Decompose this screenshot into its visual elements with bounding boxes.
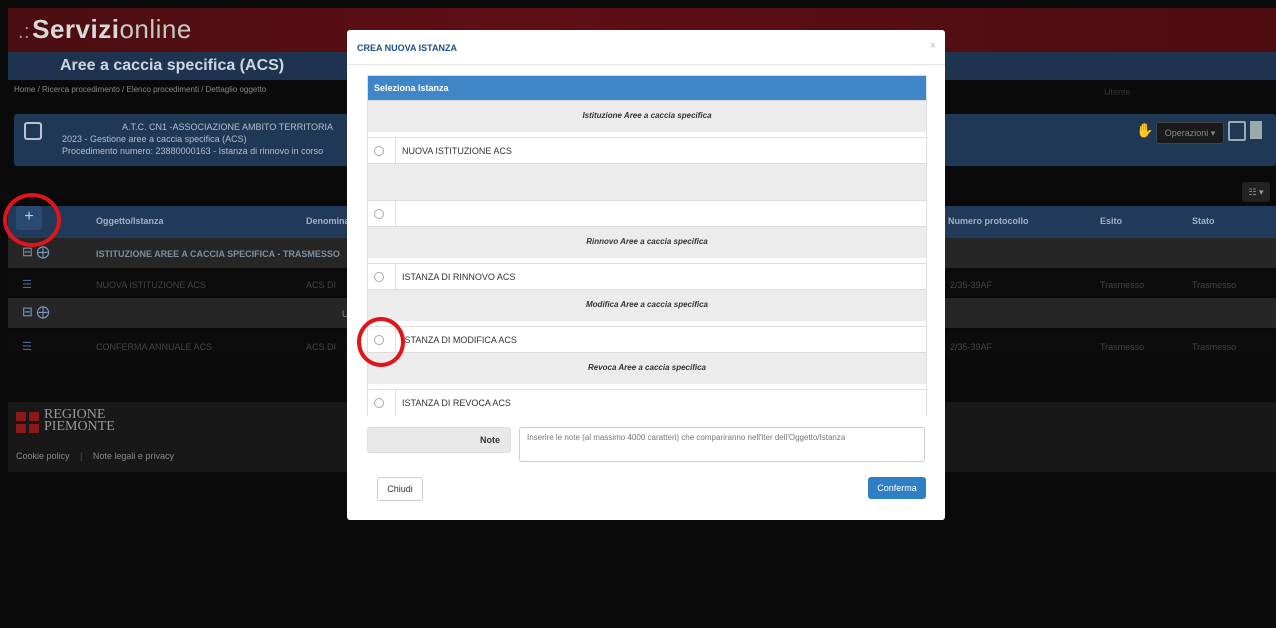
- collapse-icon[interactable]: [24, 122, 42, 140]
- list-icon[interactable]: ☰: [22, 278, 32, 291]
- annotation-circle-add: [3, 193, 61, 247]
- list-icon[interactable]: ☰: [22, 340, 32, 353]
- logo-bold: Servizi: [32, 14, 120, 44]
- logo-rest: online: [119, 14, 192, 44]
- region-line2: PIEMONTE: [44, 419, 115, 434]
- group-title: ISTITUZIONE AREE A CACCIA SPECIFICA - TR…: [96, 249, 340, 259]
- section-empty: [368, 163, 926, 201]
- footer-links: Cookie policy | Note legali e privacy: [16, 451, 174, 461]
- radio-button[interactable]: [374, 398, 384, 408]
- panel-title: Seleziona Istanza: [374, 83, 449, 93]
- section-modifica: Modifica Aree a caccia specifica: [368, 289, 926, 321]
- divider: [395, 264, 396, 290]
- row-cell: 2/35-39AF: [950, 280, 993, 290]
- radio-button[interactable]: [374, 272, 384, 282]
- row-cell: 2/35-39AF: [950, 342, 993, 352]
- close-button[interactable]: Chiudi: [377, 477, 423, 501]
- note-textarea[interactable]: [519, 427, 925, 462]
- col-header-oggetto[interactable]: Oggetto/Istanza: [96, 216, 164, 226]
- columns-toggle-button[interactable]: ☷ ▾: [1242, 182, 1270, 202]
- section-title: Istituzione Aree a caccia specifica: [582, 111, 712, 120]
- row-cell: NUOVA ISTITUZIONE ACS: [96, 280, 206, 290]
- create-instance-modal: CREA NUOVA ISTANZA × Seleziona Istanza I…: [347, 30, 945, 520]
- option-nuova-istituzione[interactable]: NUOVA ISTITUZIONE ACS: [368, 137, 926, 164]
- option-empty[interactable]: [368, 200, 926, 227]
- legal-notes-link[interactable]: Note legali e privacy: [93, 451, 174, 461]
- option-rinnovo[interactable]: ISTANZA DI RINNOVO ACS: [368, 263, 926, 290]
- option-modifica[interactable]: ISTANZA DI MODIFICA ACS: [368, 326, 926, 353]
- section-title: Rinnovo Aree a caccia specifica: [586, 237, 708, 246]
- divider: [395, 390, 396, 416]
- note-label: Note: [480, 435, 500, 445]
- close-icon[interactable]: ×: [930, 40, 936, 52]
- row-cell: ACS DI: [306, 280, 337, 290]
- logo-dots: .:: [18, 21, 31, 43]
- radio-button[interactable]: [374, 209, 384, 219]
- col-header-stato[interactable]: Stato: [1192, 216, 1215, 226]
- section-rinnovo: Rinnovo Aree a caccia specifica: [368, 226, 926, 258]
- option-label: NUOVA ISTITUZIONE ACS: [402, 146, 512, 156]
- annotation-circle-modifica: [357, 317, 405, 367]
- row-cell: Trasmesso: [1192, 280, 1237, 290]
- info-procedure-number: Procedimento numero: 23880000163 - Istan…: [62, 146, 324, 156]
- document-icon[interactable]: [1250, 121, 1262, 139]
- row-cell: CONFERMA ANNUALE ACS: [96, 342, 213, 352]
- select-instance-panel: Seleziona Istanza Istituzione Aree a cac…: [367, 75, 927, 416]
- row-cell: Trasmesso: [1192, 342, 1237, 352]
- breadcrumb[interactable]: Home / Ricerca procedimento / Elenco pro…: [14, 85, 266, 94]
- section-istituzione: Istituzione Aree a caccia specifica: [368, 100, 926, 132]
- section-title: Modifica Aree a caccia specifica: [586, 300, 708, 309]
- regione-piemonte-logo-icon: [16, 412, 40, 434]
- col-header-denominazione[interactable]: Denomina: [306, 216, 350, 226]
- info-association: A.T.C. CN1 -ASSOCIAZIONE AMBITO TERRITOR…: [122, 122, 334, 132]
- divider: [395, 201, 396, 227]
- panel-header: Seleziona Istanza: [368, 76, 926, 100]
- option-label: ISTANZA DI RINNOVO ACS: [402, 272, 516, 282]
- option-revoca[interactable]: ISTANZA DI REVOCA ACS: [368, 389, 926, 416]
- list-doc-icon[interactable]: [1228, 121, 1246, 141]
- row-cell: ACS DI: [306, 342, 337, 352]
- cookie-policy-link[interactable]: Cookie policy: [16, 451, 70, 461]
- col-header-esito[interactable]: Esito: [1100, 216, 1122, 226]
- col-header-protocollo[interactable]: Numero protocollo: [948, 216, 1029, 226]
- user-label: Utente: [1104, 87, 1131, 97]
- modal-title: CREA NUOVA ISTANZA: [357, 43, 457, 53]
- section-revoca: Revoca Aree a caccia specifica: [368, 352, 926, 384]
- option-label: ISTANZA DI MODIFICA ACS: [402, 335, 517, 345]
- group-expand-icon[interactable]: ⊟ ⨁: [22, 304, 50, 320]
- operations-dropdown[interactable]: Operazioni ▾: [1156, 122, 1224, 144]
- option-label: ISTANZA DI REVOCA ACS: [402, 398, 511, 408]
- row-cell: Trasmesso: [1100, 280, 1145, 290]
- divider: [395, 138, 396, 164]
- note-label-box: Note: [367, 427, 511, 453]
- info-management: 2023 - Gestione aree a caccia specifica …: [62, 134, 247, 144]
- section-title: Revoca Aree a caccia specifica: [587, 363, 706, 372]
- regione-piemonte-logo: REGIONE PIEMONTE: [44, 408, 115, 434]
- confirm-button[interactable]: Conferma: [868, 477, 926, 499]
- radio-button[interactable]: [374, 146, 384, 156]
- row-cell: Trasmesso: [1100, 342, 1145, 352]
- modal-divider: [347, 64, 945, 65]
- hand-icon[interactable]: ✋: [1136, 122, 1153, 139]
- servizi-online-logo: .:Servizionline: [18, 14, 192, 45]
- page-title: Aree a caccia specifica (ACS): [60, 57, 285, 74]
